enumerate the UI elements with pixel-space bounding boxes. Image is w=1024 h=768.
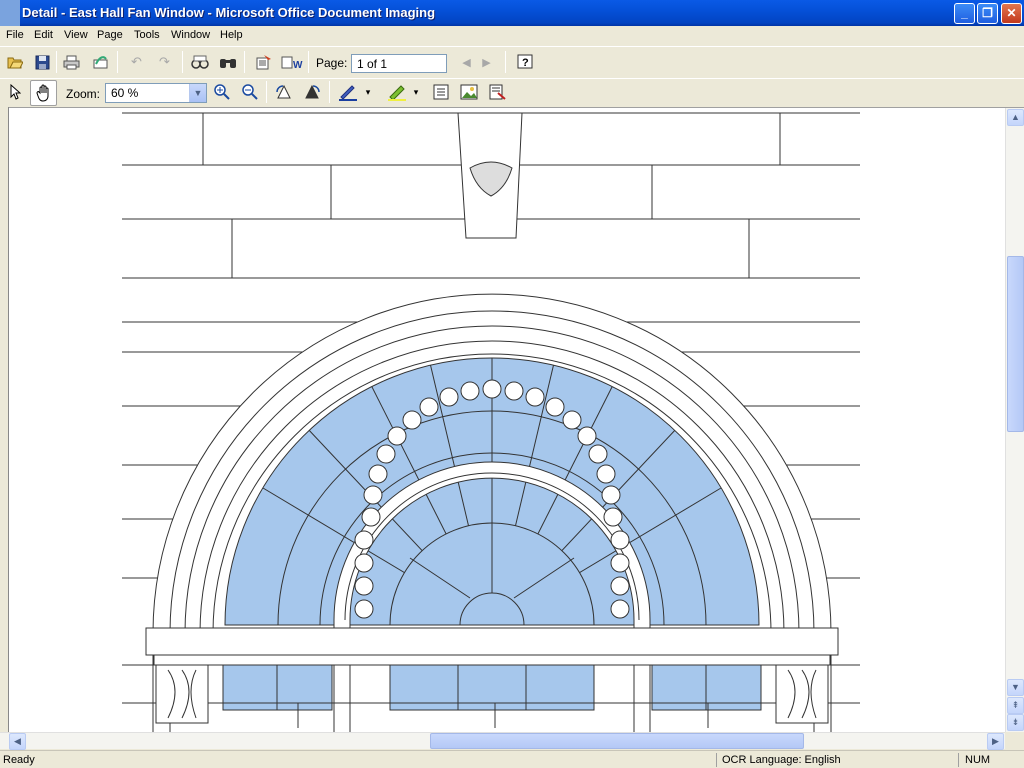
zoom-in-icon[interactable]: [210, 81, 233, 103]
document-viewport[interactable]: [0, 107, 1024, 733]
page-label: Page:: [316, 56, 348, 70]
send-to-word-icon[interactable]: W: [280, 51, 303, 73]
vertical-scrollbar[interactable]: ▲ ▼ ⇞ ⇟: [1005, 108, 1024, 732]
page-number-field[interactable]: 1 of 1: [351, 54, 447, 73]
num-lock-indicator: NUM: [965, 754, 991, 766]
separator: [329, 81, 330, 103]
reading-view-icon[interactable]: [188, 51, 211, 73]
menu-window[interactable]: Window: [171, 29, 210, 41]
separator: [56, 51, 57, 73]
annotation-options-icon[interactable]: [486, 81, 509, 103]
menu-edit[interactable]: Edit: [34, 29, 53, 41]
minimize-button[interactable]: _: [954, 3, 975, 24]
chevron-down-icon[interactable]: ▼: [189, 84, 206, 102]
separator: [958, 753, 959, 767]
separator: [716, 753, 717, 767]
left-gutter: [0, 107, 9, 732]
insert-picture-icon[interactable]: [457, 81, 480, 103]
previous-page-scroll-icon[interactable]: ⇞: [1007, 697, 1024, 714]
select-pointer-icon[interactable]: [3, 81, 26, 103]
menu-view[interactable]: View: [64, 29, 88, 41]
next-page-icon[interactable]: ▶: [475, 51, 498, 73]
app-icon[interactable]: [0, 0, 20, 26]
next-page-scroll-icon[interactable]: ⇟: [1007, 714, 1024, 731]
zoom-value: 60 %: [111, 86, 139, 100]
separator: [182, 51, 183, 73]
separator: [244, 51, 245, 73]
rotate-right-icon[interactable]: [300, 81, 323, 103]
scroll-up-icon[interactable]: ▲: [1007, 109, 1024, 126]
separator: [117, 51, 118, 73]
save-icon[interactable]: [31, 51, 54, 73]
pen-dropdown-chevron-icon[interactable]: ▾: [361, 81, 375, 103]
print-icon[interactable]: [60, 51, 83, 73]
undo-icon[interactable]: ↶: [125, 51, 148, 73]
redo-icon[interactable]: ↷: [153, 51, 176, 73]
help-icon[interactable]: ?: [513, 51, 536, 73]
menu-page[interactable]: Page: [97, 29, 123, 41]
find-icon[interactable]: [216, 51, 239, 73]
pen-icon[interactable]: [336, 81, 359, 103]
title-bar[interactable]: Detail - East Hall Fan Window - Microsof…: [0, 0, 1024, 26]
recognize-text-icon[interactable]: [252, 51, 275, 73]
horizontal-scrollbar[interactable]: ◀ ▶: [0, 732, 1005, 750]
send-icon[interactable]: [89, 51, 112, 73]
standard-toolbar: ↶ ↷ W Page: 1 of 1 ◀ ▶ ?: [0, 46, 1024, 77]
vertical-scroll-thumb[interactable]: [1007, 256, 1024, 432]
highlighter-dropdown-chevron-icon[interactable]: ▾: [409, 81, 423, 103]
horizontal-scroll-thumb[interactable]: [430, 733, 804, 749]
zoom-label: Zoom:: [66, 87, 101, 101]
menu-tools[interactable]: Tools: [134, 29, 160, 41]
separator: [266, 81, 267, 103]
fan-window-drawing: [122, 112, 860, 733]
zoom-select[interactable]: 60 % ▼: [105, 83, 207, 103]
annotation-toolbar: Zoom: 60 % ▼ ▾ ▾: [0, 78, 1024, 107]
text-box-icon[interactable]: [429, 81, 452, 103]
ocr-language-status: OCR Language: English: [722, 754, 841, 766]
status-bar: Ready OCR Language: English NUM: [0, 750, 1024, 768]
status-text: Ready: [3, 754, 35, 766]
open-icon[interactable]: [3, 51, 26, 73]
menu-file[interactable]: File: [6, 29, 24, 41]
separator: [505, 51, 506, 73]
scroll-down-icon[interactable]: ▼: [1007, 679, 1024, 696]
window-title: Detail - East Hall Fan Window - Microsof…: [22, 5, 436, 20]
zoom-out-icon[interactable]: [238, 81, 261, 103]
svg-text:W: W: [293, 60, 303, 70]
separator: [308, 51, 309, 73]
rotate-left-icon[interactable]: [272, 81, 295, 103]
menu-bar: File Edit View Page Tools Window Help: [0, 26, 1024, 45]
menu-help[interactable]: Help: [220, 29, 243, 41]
close-button[interactable]: ✕: [1001, 3, 1022, 24]
maximize-button[interactable]: ❐: [977, 3, 998, 24]
hand-icon[interactable]: [30, 80, 57, 106]
highlighter-icon[interactable]: [385, 81, 408, 103]
scroll-left-icon[interactable]: ◀: [9, 733, 26, 750]
scroll-right-icon[interactable]: ▶: [987, 733, 1004, 750]
svg-text:?: ?: [522, 57, 529, 69]
